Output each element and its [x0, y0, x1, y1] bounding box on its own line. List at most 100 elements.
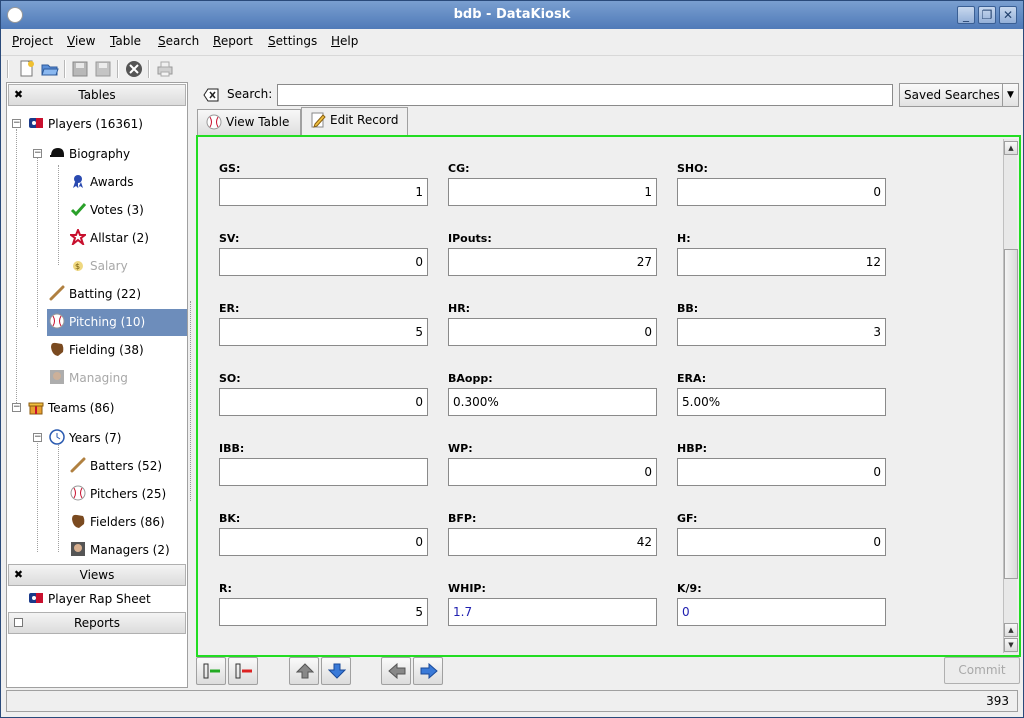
field-label-so: SO:: [219, 372, 241, 385]
tree-pitchers[interactable]: Pitchers (25): [70, 483, 166, 505]
scroll-thumb[interactable]: [1004, 249, 1018, 579]
menu-report[interactable]: Report: [213, 34, 253, 48]
tree-pitchers-label: Pitchers (25): [90, 487, 167, 501]
tree-batting[interactable]: Batting (22): [49, 283, 141, 305]
field-label-gs: GS:: [219, 162, 241, 175]
field-input-gs[interactable]: [219, 178, 428, 206]
maximize-button[interactable]: ❐: [978, 6, 996, 24]
record-id-status: 393: [986, 694, 1009, 708]
field-label-er: ER:: [219, 302, 240, 315]
saved-searches-dropdown[interactable]: Saved Searches ▼: [899, 83, 1019, 107]
next-record-button[interactable]: [413, 657, 443, 685]
toolbar: [1, 55, 1023, 81]
close-project-icon[interactable]: [125, 60, 143, 78]
tree-votes[interactable]: Votes (3): [70, 199, 144, 221]
tree-fielders[interactable]: Fielders (86): [70, 511, 165, 533]
tree-fielding[interactable]: Fielding (38): [49, 339, 144, 361]
glove-icon: [70, 513, 86, 529]
save-as-icon[interactable]: [94, 60, 112, 78]
teams-expander[interactable]: −: [12, 403, 21, 412]
tree-pitching[interactable]: Pitching (10): [47, 309, 187, 336]
scroll-top-button[interactable]: ▲: [1004, 141, 1018, 155]
save-icon[interactable]: [71, 60, 89, 78]
menu-view[interactable]: View: [67, 34, 95, 48]
field-input-wp[interactable]: [448, 458, 657, 486]
clear-search-icon[interactable]: [203, 88, 219, 102]
edit-pencil-icon: [310, 112, 326, 128]
tree-teams-label: Teams (86): [48, 401, 115, 415]
tables-section-header[interactable]: ✖ Tables: [8, 84, 186, 106]
tab-view-table[interactable]: View Table: [197, 109, 301, 135]
toolbar-separator: [117, 60, 119, 78]
tree-allstar[interactable]: Allstar (2): [68, 227, 149, 249]
field-label-bfp: BFP:: [448, 512, 477, 525]
field-input-era[interactable]: [677, 388, 886, 416]
tab-edit-record[interactable]: Edit Record: [301, 107, 408, 136]
field-input-h[interactable]: [677, 248, 886, 276]
tree-biography[interactable]: Biography: [49, 143, 130, 165]
open-folder-icon[interactable]: [41, 60, 59, 78]
minimize-button[interactable]: _: [957, 6, 975, 24]
commit-button[interactable]: Commit: [944, 657, 1020, 684]
field-input-bb[interactable]: [677, 318, 886, 346]
field-input-cg[interactable]: [448, 178, 657, 206]
view-player-rap-sheet[interactable]: Player Rap Sheet: [28, 588, 151, 610]
left-panel: ✖ Tables − Players (16361) − Biography A…: [6, 82, 188, 688]
menu-project[interactable]: Project: [12, 34, 53, 48]
field-input-baopp[interactable]: [448, 388, 657, 416]
field-label-hbp: HBP:: [677, 442, 708, 455]
first-record-button[interactable]: [289, 657, 319, 685]
search-input[interactable]: [277, 84, 893, 106]
field-input-ipouts[interactable]: [448, 248, 657, 276]
field-input-whip[interactable]: [448, 598, 657, 626]
biography-expander[interactable]: −: [33, 149, 42, 158]
tree-salary-label: Salary: [90, 259, 128, 273]
field-input-sho[interactable]: [677, 178, 886, 206]
field-input-sv[interactable]: [219, 248, 428, 276]
tree-managers[interactable]: Managers (2): [70, 539, 170, 561]
tree-fielders-label: Fielders (86): [90, 515, 165, 529]
views-section-header[interactable]: ✖ Views: [8, 564, 186, 586]
tree-players[interactable]: Players (16361): [28, 113, 143, 135]
menu-help[interactable]: Help: [331, 34, 358, 48]
scroll-down-button[interactable]: ▼: [1004, 638, 1018, 652]
field-input-r[interactable]: [219, 598, 428, 626]
new-document-icon[interactable]: [18, 60, 36, 78]
field-input-hr[interactable]: [448, 318, 657, 346]
menu-search[interactable]: Search: [158, 34, 199, 48]
tree-teams[interactable]: Teams (86): [28, 397, 114, 419]
field-input-bk[interactable]: [219, 528, 428, 556]
field-input-er[interactable]: [219, 318, 428, 346]
tree-pitching-label: Pitching (10): [69, 315, 146, 329]
field-input-k9[interactable]: [677, 598, 886, 626]
insert-record-button[interactable]: [196, 657, 226, 685]
previous-record-button[interactable]: [381, 657, 411, 685]
field-input-bfp[interactable]: [448, 528, 657, 556]
field-input-hbp[interactable]: [677, 458, 886, 486]
reports-section-header[interactable]: Reports: [8, 612, 186, 634]
menu-table[interactable]: Table: [110, 34, 141, 48]
field-label-hr: HR:: [448, 302, 471, 315]
panel-splitter[interactable]: [190, 301, 193, 501]
players-expander[interactable]: −: [12, 119, 21, 128]
print-icon[interactable]: [156, 60, 174, 78]
tree-managing[interactable]: Managing: [49, 367, 128, 389]
field-input-ibb[interactable]: [219, 458, 428, 486]
field-label-sv: SV:: [219, 232, 240, 245]
scroll-up-button[interactable]: ▲: [1004, 623, 1018, 637]
delete-record-button[interactable]: [228, 657, 258, 685]
tree-batters[interactable]: Batters (52): [70, 455, 162, 477]
window-title: bdb - DataKiosk: [453, 7, 571, 22]
form-scrollbar[interactable]: ▲ ▲ ▼: [1003, 139, 1018, 653]
last-record-button[interactable]: [321, 657, 351, 685]
menu-settings[interactable]: Settings: [268, 34, 317, 48]
field-input-gf[interactable]: [677, 528, 886, 556]
collapse-x-icon: ✖: [13, 568, 24, 581]
tree-years[interactable]: Years (7): [49, 427, 121, 449]
years-expander[interactable]: −: [33, 433, 42, 442]
close-window-button[interactable]: ✕: [999, 6, 1017, 24]
tree-salary[interactable]: $ Salary: [70, 255, 128, 277]
tree-awards[interactable]: Awards: [70, 171, 133, 193]
baseball-icon: [49, 312, 65, 329]
field-input-so[interactable]: [219, 388, 428, 416]
